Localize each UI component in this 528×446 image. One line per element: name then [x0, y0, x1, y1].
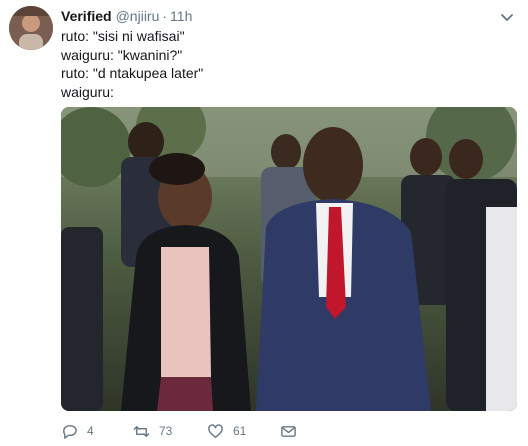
- reply-count: 4: [87, 424, 94, 438]
- heart-icon: [208, 423, 223, 438]
- like-button[interactable]: 61: [207, 420, 246, 442]
- author-handle[interactable]: @njiiru: [116, 8, 160, 24]
- tweet-line: ruto: "d ntakupea later": [61, 65, 204, 81]
- retweet-icon: [133, 425, 150, 437]
- reply-icon: [63, 424, 77, 439]
- tweet-header: Verified @njiiru · 11h: [61, 7, 192, 25]
- avatar-image: [9, 6, 53, 50]
- action-bar: 4 73 61: [61, 420, 521, 442]
- chevron-down-icon[interactable]: [500, 10, 514, 21]
- timestamp[interactable]: 11h: [170, 8, 192, 24]
- separator-dot: ·: [162, 8, 168, 24]
- tweet-line: waiguru:: [61, 83, 114, 100]
- reply-button[interactable]: 4: [61, 420, 94, 442]
- photo-illustration: [61, 107, 517, 411]
- author-name[interactable]: Verified: [61, 8, 112, 24]
- avatar[interactable]: [9, 6, 53, 50]
- retweet-count: 73: [159, 424, 173, 438]
- tweet-photo[interactable]: [61, 107, 517, 411]
- like-count: 61: [233, 424, 247, 438]
- tweet-card: Verified @njiiru · 11h ruto: "sisi ni wafis…: [0, 0, 528, 446]
- tweet-line: waiguru: "kwanini?": [61, 46, 183, 63]
- tweet-line: ruto: "sisi ni wafisai": [61, 28, 185, 44]
- retweet-button[interactable]: 73: [133, 420, 172, 442]
- envelope-icon: [281, 425, 296, 437]
- direct-message-button[interactable]: [280, 420, 297, 442]
- tweet-text: ruto: "sisi ni wafisai" waiguru: "kwanin…: [61, 27, 203, 101]
